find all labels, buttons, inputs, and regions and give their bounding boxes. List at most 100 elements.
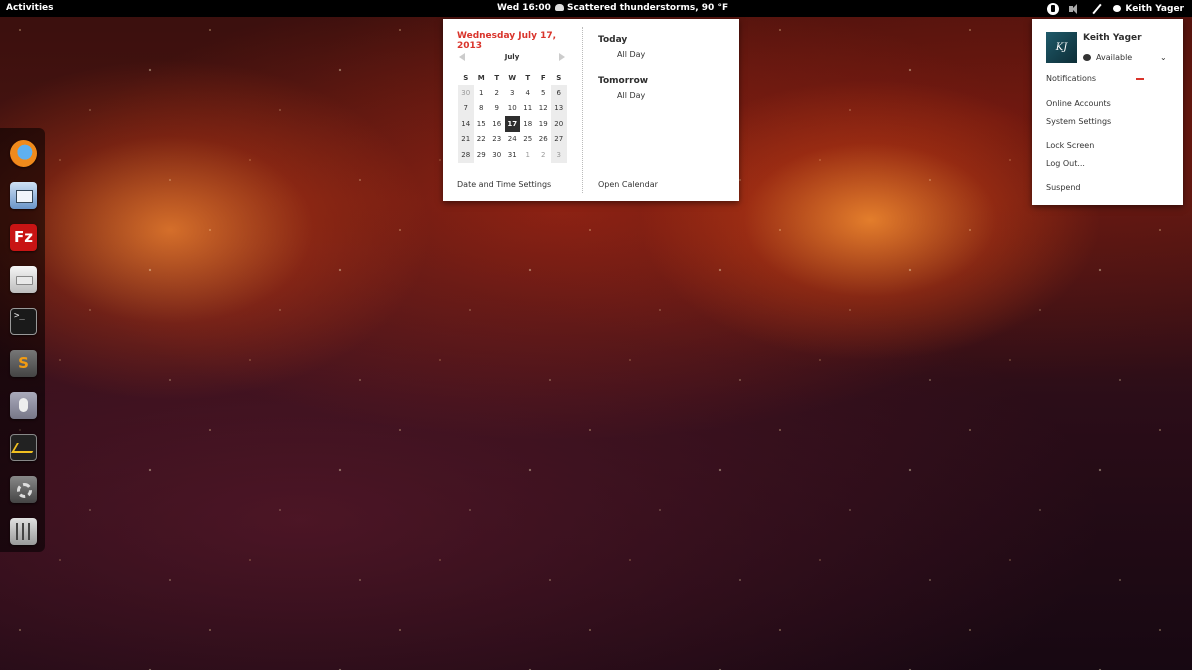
gear-icon[interactable]: [10, 476, 37, 503]
mixer-icon[interactable]: [10, 518, 37, 545]
week-row: 21 22 23 24 25 26 27: [458, 131, 567, 148]
terminal-icon[interactable]: >_: [10, 308, 37, 335]
weekday-row: S M T W T F S: [458, 71, 567, 85]
calendar-day[interactable]: 8: [474, 101, 490, 117]
events-pane: Today All Day Tomorrow All Day Open Cale…: [582, 19, 739, 201]
cloud-icon: [555, 4, 564, 11]
user-menu-button[interactable]: Keith Yager: [1113, 4, 1184, 14]
chat-status-icon: [1083, 54, 1091, 61]
week-row: 30 1 2 3 4 5 6: [458, 85, 567, 101]
calendar-day[interactable]: 2: [536, 147, 552, 163]
system-tray: Keith Yager: [1037, 2, 1184, 15]
weekday-label: S: [556, 74, 562, 82]
mouse-icon[interactable]: [10, 392, 37, 419]
chevron-down-icon[interactable]: ⌄: [1160, 53, 1167, 62]
calendar-day[interactable]: 31: [505, 147, 521, 163]
calendar-day[interactable]: 24: [505, 132, 521, 148]
pen-icon[interactable]: [1091, 3, 1103, 15]
online-accounts-item[interactable]: Online Accounts: [1046, 99, 1111, 108]
filezilla-icon[interactable]: Fz: [10, 224, 37, 251]
calendar-day[interactable]: 27: [551, 131, 567, 147]
sublime-icon[interactable]: S: [10, 350, 37, 377]
dash: Fz >_ S: [0, 128, 45, 552]
events-tomorrow-heading: Tomorrow: [598, 76, 649, 86]
top-panel: Activities Wed 16:00 Scattered thunderst…: [0, 0, 1192, 17]
calendar-day[interactable]: 22: [474, 132, 490, 148]
calendar-month-label: July: [504, 53, 520, 61]
calendar-month-nav: July: [457, 52, 567, 64]
calendar-day[interactable]: 3: [505, 85, 521, 101]
weekday-label: T: [525, 74, 531, 82]
calendar-day[interactable]: 9: [489, 101, 505, 117]
chat-bubble-icon: [1113, 5, 1122, 12]
weekday-label: F: [540, 74, 546, 82]
avatar: KJ: [1046, 32, 1077, 63]
notifications-item[interactable]: Notifications: [1046, 74, 1096, 83]
monitor-icon[interactable]: [10, 434, 37, 461]
calendar-day[interactable]: 19: [536, 116, 552, 132]
calendar-day[interactable]: 21: [458, 131, 474, 147]
calendar-day[interactable]: 20: [551, 116, 567, 132]
week-row: 28 29 30 31 1 2 3: [458, 147, 567, 163]
calendar-day[interactable]: 1: [474, 85, 490, 101]
event-item[interactable]: All Day: [617, 50, 645, 59]
week-row: 14 15 16 17 18 19 20: [458, 116, 567, 132]
calendar-date-heading: Wednesday July 17, 2013: [457, 31, 557, 51]
calendar-day[interactable]: 3: [551, 147, 567, 163]
week-row: 7 8 9 10 11 12 13: [458, 100, 567, 117]
calendar-day[interactable]: 5: [536, 85, 552, 101]
calendar-day[interactable]: 7: [458, 100, 474, 116]
calendar-day[interactable]: 2: [489, 85, 505, 101]
calendar-day[interactable]: 13: [551, 100, 567, 116]
calendar-day[interactable]: 10: [505, 101, 521, 117]
calendar-day[interactable]: 16: [489, 116, 505, 132]
calendar-day[interactable]: 14: [458, 116, 474, 132]
clock-button[interactable]: Wed 16:00: [497, 3, 551, 13]
event-item[interactable]: All Day: [617, 91, 645, 100]
calendar-grid: S M T W T F S 30 1 2 3 4 5 6 7 8 9 10 11…: [458, 71, 567, 163]
calendar-day[interactable]: 28: [458, 147, 474, 163]
status-label: Available: [1096, 53, 1133, 62]
calendar-day[interactable]: 30: [458, 85, 474, 101]
user-menu: KJ Keith Yager Available ⌄ Notifications…: [1032, 19, 1183, 205]
calendar-day[interactable]: 6: [551, 85, 567, 101]
system-settings-item[interactable]: System Settings: [1046, 117, 1111, 126]
weather-indicator[interactable]: Scattered thunderstorms, 90 °F: [555, 3, 728, 13]
suspend-item[interactable]: Suspend: [1046, 183, 1080, 192]
date-time-settings-link[interactable]: Date and Time Settings: [457, 180, 551, 189]
calendar-day[interactable]: 1: [520, 147, 536, 163]
weekday-label: T: [494, 74, 500, 82]
weekday-label: W: [508, 74, 517, 82]
open-calendar-link[interactable]: Open Calendar: [598, 180, 658, 189]
calendar-day[interactable]: 18: [520, 116, 536, 132]
notifications-toggle[interactable]: [1136, 78, 1144, 80]
weather-text: Scattered thunderstorms, 90 °F: [567, 3, 729, 13]
user-name: Keith Yager: [1083, 33, 1142, 43]
calendar-pane: Wednesday July 17, 2013 July S M T W T F…: [443, 19, 582, 201]
calendar-day[interactable]: 30: [489, 147, 505, 163]
events-today-heading: Today: [598, 35, 628, 45]
calendar-day[interactable]: 26: [536, 132, 552, 148]
volume-icon[interactable]: [1069, 3, 1081, 15]
calendar-day[interactable]: 15: [474, 116, 490, 132]
calendar-day-selected[interactable]: 17: [504, 116, 520, 132]
chevron-right-icon[interactable]: [559, 53, 565, 61]
mail-icon[interactable]: [10, 182, 37, 209]
calendar-day[interactable]: 12: [536, 101, 552, 117]
status-selector[interactable]: Available: [1083, 53, 1132, 62]
firefox-icon[interactable]: [10, 140, 37, 167]
files-icon[interactable]: [10, 266, 37, 293]
calendar-day[interactable]: 29: [474, 147, 490, 163]
calendar-day[interactable]: 23: [489, 132, 505, 148]
calendar-menu: Wednesday July 17, 2013 July S M T W T F…: [443, 19, 739, 201]
lock-screen-item[interactable]: Lock Screen: [1046, 141, 1094, 150]
weekday-label: S: [463, 74, 469, 82]
user-menu-name: Keith Yager: [1125, 3, 1184, 14]
calendar-day[interactable]: 11: [520, 101, 536, 117]
weekday-label: M: [477, 74, 485, 82]
calendar-day[interactable]: 25: [520, 132, 536, 148]
accessibility-icon[interactable]: [1047, 2, 1060, 15]
activities-button[interactable]: Activities: [6, 3, 54, 13]
log-out-item[interactable]: Log Out...: [1046, 159, 1085, 168]
calendar-day[interactable]: 4: [520, 85, 536, 101]
